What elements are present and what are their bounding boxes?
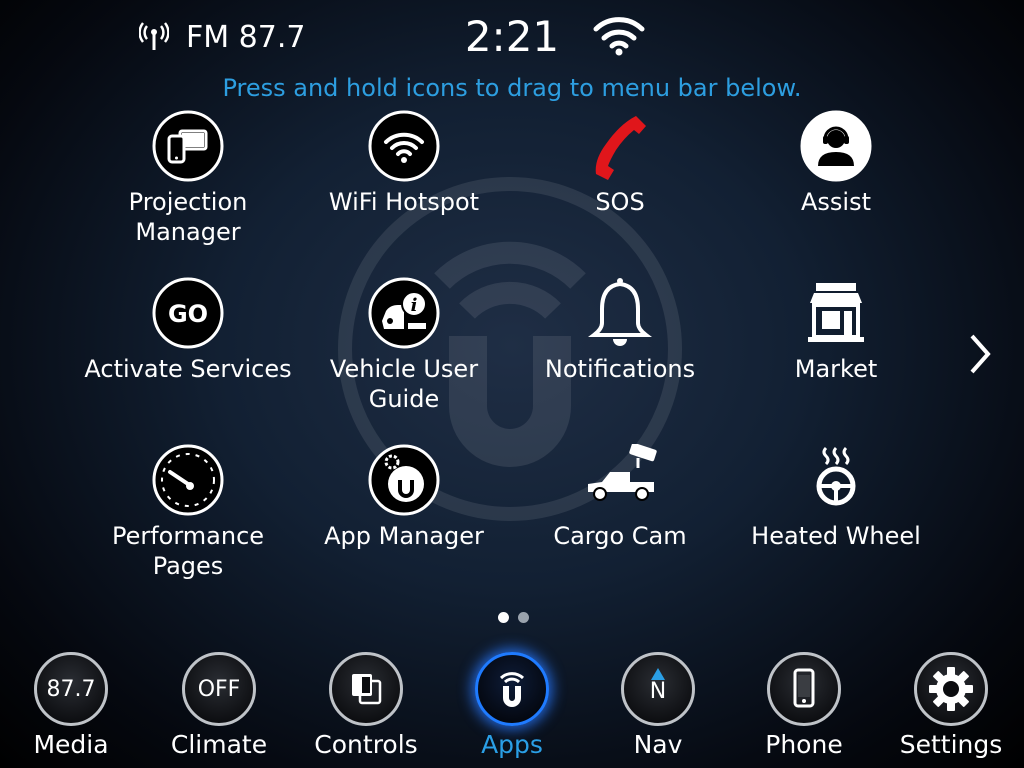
assist-headset-icon xyxy=(800,110,872,182)
go-icon: GO xyxy=(152,277,224,349)
app-assist[interactable]: Assist xyxy=(726,110,946,270)
speedometer-icon xyxy=(152,444,224,516)
svg-text:i: i xyxy=(411,295,418,316)
app-label: Notifications xyxy=(544,355,696,383)
page-indicator-active xyxy=(498,612,509,623)
app-notifications[interactable]: Notifications xyxy=(510,277,730,437)
app-sos[interactable]: SOS xyxy=(510,110,730,270)
media-station-text: 87.7 xyxy=(46,676,96,702)
nav-label: Climate xyxy=(170,730,268,759)
nav-label: Phone xyxy=(765,730,843,759)
clock: 2:21 xyxy=(464,12,560,61)
app-label: SOS xyxy=(595,188,645,216)
chevron-right-icon[interactable] xyxy=(962,330,998,378)
page-indicator[interactable] xyxy=(518,612,529,623)
nav-button[interactable]: N xyxy=(621,652,695,726)
app-market[interactable]: Market xyxy=(726,277,946,437)
nav-climate[interactable]: OFF Climate xyxy=(145,652,293,768)
app-label: Performance Pages xyxy=(111,522,265,580)
vehicle-info-icon: i xyxy=(368,277,440,349)
nav-label: Media xyxy=(33,730,109,759)
truck-camera-icon xyxy=(588,444,657,501)
nav-controls[interactable]: Controls xyxy=(292,652,440,768)
settings-button[interactable] xyxy=(914,652,988,726)
app-activate-services[interactable]: GO Activate Services xyxy=(78,277,298,437)
controls-icon xyxy=(352,674,382,705)
app-projection-manager[interactable]: Projection Manager xyxy=(78,110,298,270)
heated-wheel-icon xyxy=(816,446,856,506)
apps-button[interactable] xyxy=(475,652,549,726)
wifi-icon xyxy=(593,17,645,56)
phone-icon xyxy=(793,668,815,708)
app-label: Cargo Cam xyxy=(553,522,687,550)
controls-button[interactable] xyxy=(329,652,403,726)
app-label: Projection Manager xyxy=(128,188,248,246)
app-app-manager[interactable]: App Manager xyxy=(294,444,514,604)
app-label: Market xyxy=(794,355,878,383)
app-heated-wheel[interactable]: Heated Wheel xyxy=(726,444,946,604)
nav-label: Apps xyxy=(481,730,543,759)
gear-icon xyxy=(929,667,973,711)
nav-settings[interactable]: Settings xyxy=(877,652,1024,768)
app-label: Vehicle User Guide xyxy=(329,355,479,413)
compass-heading: N xyxy=(649,679,667,704)
nav-label: Controls xyxy=(314,730,418,759)
app-label: Activate Services xyxy=(84,355,292,383)
app-performance-pages[interactable]: Performance Pages xyxy=(78,444,298,604)
nav-nav[interactable]: N Nav xyxy=(584,652,732,768)
app-label: App Manager xyxy=(324,522,484,550)
app-cargo-cam[interactable]: Cargo Cam xyxy=(510,444,730,604)
projection-manager-icon xyxy=(152,110,224,182)
wifi-hotspot-icon xyxy=(368,110,440,182)
apps-u-icon xyxy=(499,672,525,707)
app-manager-icon xyxy=(368,444,440,516)
phone-button[interactable] xyxy=(767,652,841,726)
sos-phone-icon xyxy=(595,116,646,180)
nav-phone[interactable]: Phone xyxy=(730,652,878,768)
store-icon xyxy=(808,283,864,342)
app-wifi-hotspot[interactable]: WiFi Hotspot xyxy=(294,110,514,270)
nav-label: Settings xyxy=(899,730,1003,759)
app-label: Heated Wheel xyxy=(751,522,921,550)
climate-button[interactable]: OFF xyxy=(182,652,256,726)
app-label: Assist xyxy=(800,188,871,216)
drag-instruction: Press and hold icons to drag to menu bar… xyxy=(222,74,802,102)
climate-status-text: OFF xyxy=(197,676,241,702)
app-label: WiFi Hotspot xyxy=(328,188,480,216)
nav-media[interactable]: 87.7 Media xyxy=(0,652,145,768)
app-vehicle-user-guide[interactable]: i Vehicle User Guide xyxy=(294,277,514,437)
nav-apps[interactable]: Apps xyxy=(438,652,586,768)
svg-text:GO: GO xyxy=(168,300,208,328)
media-button[interactable]: 87.7 xyxy=(34,652,108,726)
nav-label: Nav xyxy=(633,730,683,759)
bell-icon xyxy=(588,278,652,346)
